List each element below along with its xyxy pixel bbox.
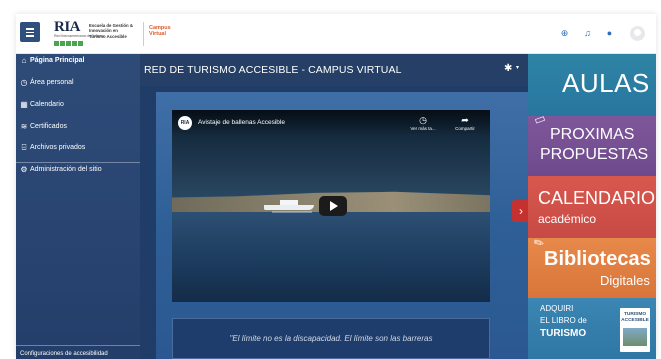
banner-bibliotecas-line2: Digitales xyxy=(600,273,650,288)
site-logo[interactable]: RIA xyxy=(54,20,81,35)
chat-icon[interactable]: ● xyxy=(604,28,615,39)
banner-bibliotecas-line1: Bibliotecas xyxy=(544,248,651,270)
banner-proximas-propuestas[interactable]: ▭ PROXIMAS PROPUESTAS xyxy=(528,116,656,176)
banner-aulas[interactable]: AULAS xyxy=(528,54,656,116)
banner-proximas-line1: PROXIMAS xyxy=(550,126,635,143)
banner-bibliotecas[interactable]: ✎ Bibliotecas Digitales xyxy=(528,238,656,298)
video-title[interactable]: Avistaje de ballenas Accesible xyxy=(198,119,285,126)
home-icon: ⌂ xyxy=(21,56,27,65)
admin-gear-icon: ⚙ xyxy=(20,165,28,174)
video-player[interactable]: RIA Avistaje de ballenas Accesible ◷ Ver… xyxy=(172,110,490,302)
sidebar-item-home[interactable]: ⌂ Página Principal xyxy=(20,56,85,66)
video-boat xyxy=(264,200,314,210)
page-frame: RIA Red Iberoamericana de Turismo Escuel… xyxy=(16,14,656,359)
menu-toggle-button[interactable] xyxy=(20,22,40,42)
banner-libro-line2: EL LIBRO de xyxy=(540,316,587,325)
logo-institution-text: Escuela de Gestión & Innovación en Turis… xyxy=(89,23,149,39)
sidebar-item-dashboard[interactable]: ◷ Área personal xyxy=(20,78,74,88)
user-avatar[interactable] xyxy=(630,26,645,41)
chevron-down-icon[interactable]: ▾ xyxy=(516,64,519,71)
sidebar-item-label: Calendario xyxy=(30,101,64,108)
banner-calendario-line1: CALENDARIO xyxy=(538,188,656,208)
sidebar-item-label: Administración del sitio xyxy=(30,166,102,173)
book-cover: TURISMO ACCESIBLE xyxy=(620,308,650,352)
quote-text: "El límite no es la discapacidad. El lím… xyxy=(229,334,433,343)
share-icon: ➦ xyxy=(461,115,469,125)
sidebar-item-private-files[interactable]: ⌹ Archivos privados xyxy=(20,143,86,153)
book-cover-image xyxy=(623,328,647,346)
play-button[interactable] xyxy=(319,196,347,216)
campus-virtual-label: Campus Virtual xyxy=(149,25,171,37)
video-sea xyxy=(172,211,490,302)
carousel-slide: RIA Avistaje de ballenas Accesible ◷ Ver… xyxy=(156,92,528,359)
sidebar-divider xyxy=(16,162,140,163)
sidebar-item-label: Área personal xyxy=(30,79,74,86)
banner-libro-line3: TURISMO xyxy=(540,328,587,339)
watch-later-button[interactable]: ◷ Ver más ta... xyxy=(408,115,438,131)
globe-icon[interactable]: ⊕ xyxy=(559,28,570,39)
calendar-icon: ▦ xyxy=(20,100,28,109)
folder-icon: ⌹ xyxy=(21,143,27,152)
banner-proximas-line2: PROPUESTAS xyxy=(540,146,649,163)
book-cover-title: TURISMO xyxy=(623,312,647,317)
sidebar-nav: ⌂ Página Principal ◷ Área personal ▦ Cal… xyxy=(16,54,140,359)
gear-icon[interactable]: ✱ xyxy=(504,63,512,74)
sidebar-item-site-admin[interactable]: ⚙ Administración del sitio xyxy=(20,165,102,175)
page-title: RED DE TURISMO ACCESIBLE - CAMPUS VIRTUA… xyxy=(144,64,402,76)
book-cover-subtitle: ACCESIBLE xyxy=(621,318,649,323)
top-navbar: RIA Red Iberoamericana de Turismo Escuel… xyxy=(16,14,656,54)
quote-box: "El límite no es la discapacidad. El lím… xyxy=(172,318,490,359)
logo-squares-icon xyxy=(54,41,83,46)
share-label: Compartir xyxy=(455,126,475,131)
accessibility-settings-link[interactable]: Configuraciones de accesibilidad xyxy=(20,351,108,357)
sidebar-item-label: Archivos privados xyxy=(30,144,86,151)
graduation-cap-icon: ≋ xyxy=(20,122,28,131)
sidebar-item-calendar[interactable]: ▦ Calendario xyxy=(20,100,64,110)
document-icon: ▭ xyxy=(531,116,548,128)
dashboard-icon: ◷ xyxy=(20,78,28,87)
banner-calendario[interactable]: CALENDARIO académico xyxy=(528,176,656,238)
page-header: RED DE TURISMO ACCESIBLE - CAMPUS VIRTUA… xyxy=(140,54,528,86)
logo-divider xyxy=(143,22,144,46)
watch-later-label: Ver más ta... xyxy=(410,126,436,131)
banner-column: AULAS ▭ PROXIMAS PROPUESTAS CALENDARIO a… xyxy=(528,54,656,359)
banner-libro-turismo[interactable]: ADQUIRI EL LIBRO de TURISMO TURISMO ACCE… xyxy=(528,298,656,359)
bell-icon[interactable]: ♫ xyxy=(582,28,593,39)
campus-line: Virtual xyxy=(149,31,167,37)
sidebar-item-certificates[interactable]: ≋ Certificados xyxy=(20,122,67,132)
sidebar-item-label: Página Principal xyxy=(30,57,85,64)
video-wake xyxy=(272,211,312,213)
banner-libro-line1: ADQUIRI xyxy=(540,304,574,313)
clock-icon: ◷ xyxy=(419,115,427,125)
banner-aulas-label: AULAS xyxy=(562,68,650,98)
sidebar-item-label: Certificados xyxy=(30,123,67,130)
channel-logo[interactable]: RIA xyxy=(178,116,192,130)
main-content: RED DE TURISMO ACCESIBLE - CAMPUS VIRTUA… xyxy=(140,54,530,359)
sidebar-divider xyxy=(16,345,140,346)
share-button[interactable]: ➦ Compartir xyxy=(450,115,480,131)
banner-calendario-line2: académico xyxy=(538,212,597,226)
logo-text-line: Turismo Accesible xyxy=(89,33,127,39)
